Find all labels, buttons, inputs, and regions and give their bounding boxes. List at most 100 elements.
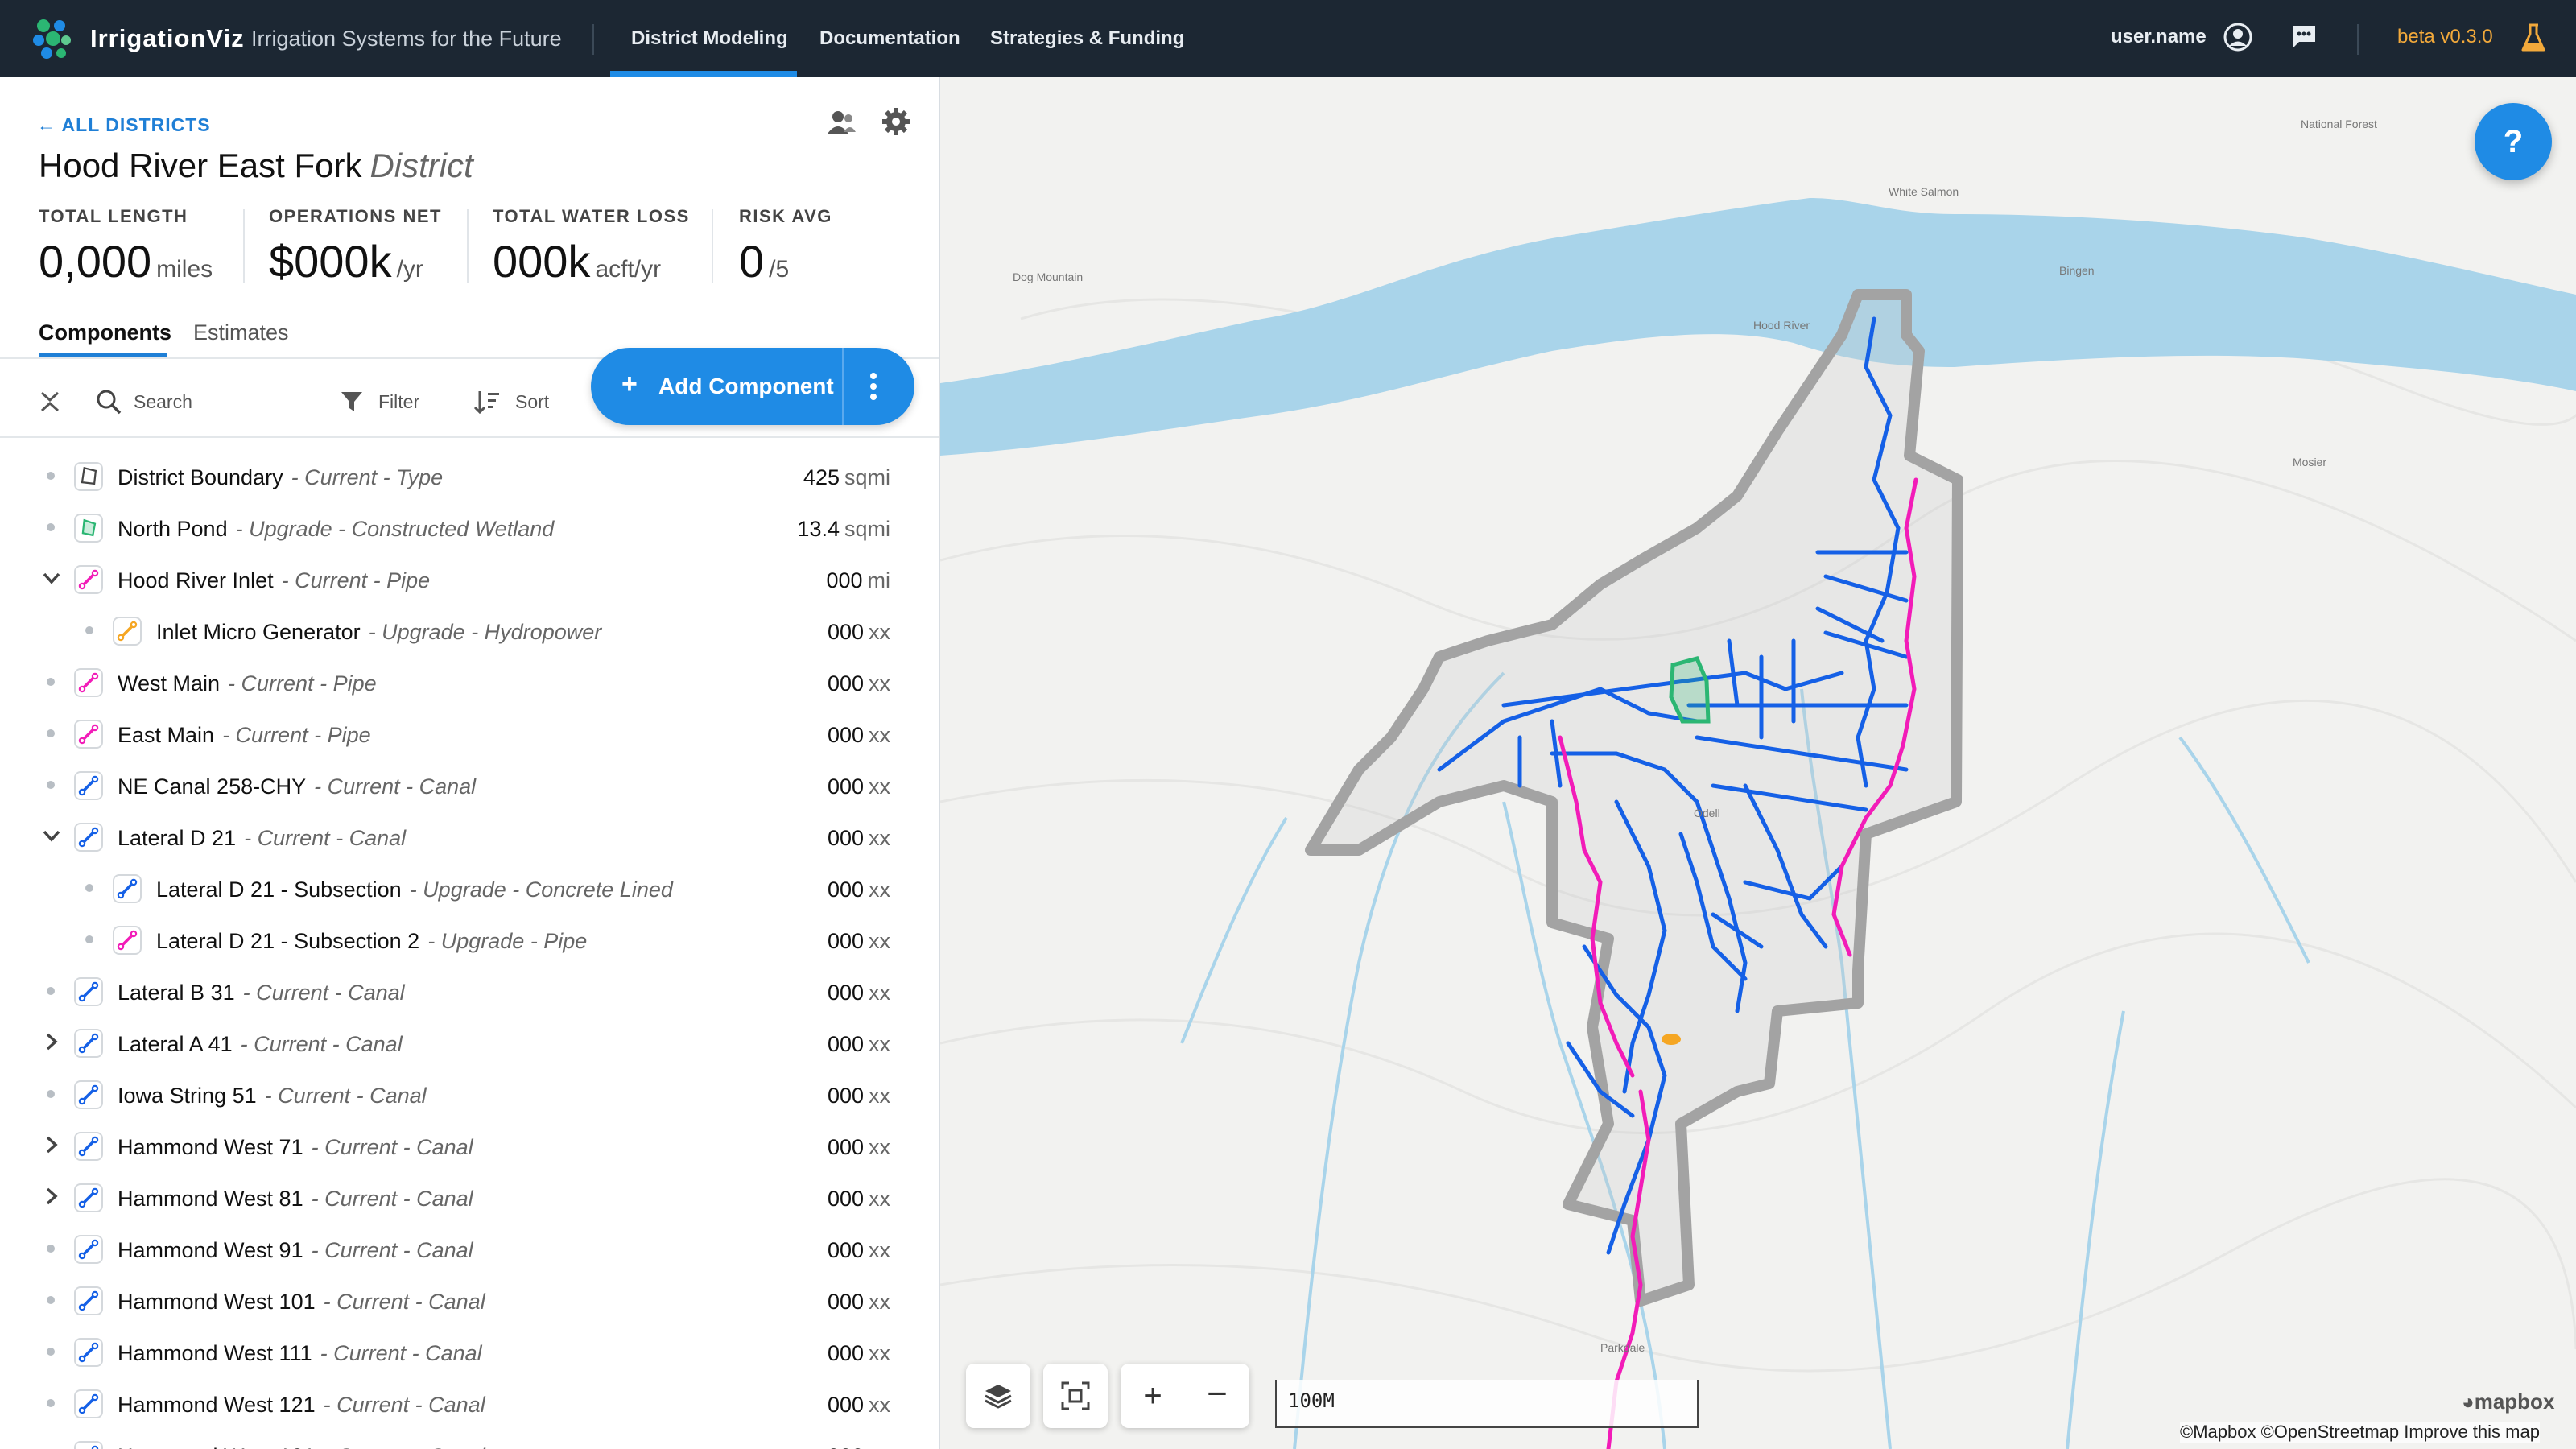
user-name[interactable]: user.name	[2111, 26, 2207, 48]
sort-button[interactable]: Sort	[515, 391, 549, 413]
list-item[interactable]: Hammond West 131 - Current - Canal 000 xx	[0, 1430, 939, 1449]
component-value: 425 sqmi	[803, 465, 890, 490]
list-item[interactable]: Hammond West 111 - Current - Canal 000 xx	[0, 1327, 939, 1378]
zoom-out-button[interactable]: −	[1185, 1364, 1249, 1428]
list-item[interactable]: Hammond West 121 - Current - Canal 000 xx	[0, 1378, 939, 1430]
component-amount: 000	[827, 1135, 864, 1159]
bullet-dot	[47, 1399, 55, 1407]
list-item[interactable]: Lateral D 21 - Current - Canal 000 xx	[0, 811, 939, 863]
map-label: Bingen	[2059, 264, 2095, 277]
list-item[interactable]: Lateral A 41 - Current - Canal 000 xx	[0, 1018, 939, 1069]
canal-icon	[74, 1441, 103, 1449]
settings-gear-icon[interactable]	[881, 106, 911, 137]
component-unit: sqmi	[844, 517, 890, 541]
bullet-dot	[47, 987, 55, 995]
stat-total-water-loss: TOTAL WATER LOSS 000k acft/yr	[493, 206, 690, 287]
component-unit: xx	[869, 1238, 890, 1262]
list-item[interactable]: North Pond - Upgrade - Constructed Wetlan…	[0, 502, 939, 554]
boundary-icon	[74, 462, 103, 491]
component-unit: xx	[869, 1032, 890, 1056]
fit-bounds-button[interactable]	[1043, 1364, 1108, 1428]
brand-name[interactable]: IrrigationViz	[90, 24, 245, 53]
list-item[interactable]: Lateral D 21 - Subsection - Upgrade - Con…	[0, 863, 939, 914]
component-title: West Main	[118, 671, 221, 696]
bullet-dot	[85, 626, 93, 634]
component-unit: xx	[869, 980, 890, 1005]
canal-icon	[74, 823, 103, 852]
more-vertical-icon[interactable]	[869, 372, 877, 401]
chat-icon[interactable]	[2289, 23, 2318, 52]
district-map[interactable]: White Salmon Hood River Bingen Odell Mos…	[940, 77, 2576, 1449]
component-name: Hammond West 101 - Current - Canal	[118, 1290, 485, 1315]
list-item[interactable]: Hammond West 101 - Current - Canal 000 xx	[0, 1275, 939, 1327]
list-item[interactable]: Iowa String 51 - Current - Canal 000 xx	[0, 1069, 939, 1121]
tab-components[interactable]: Components	[39, 320, 171, 345]
list-item[interactable]: District Boundary - Current - Type 425 sqmi	[0, 451, 939, 502]
chevron-right-icon[interactable]	[40, 1185, 63, 1208]
collapse-all-icon[interactable]	[39, 390, 61, 414]
component-name: Hammond West 91 - Current - Canal	[118, 1238, 473, 1263]
nav-strategies-funding[interactable]: Strategies & Funding	[990, 27, 1184, 50]
sort-icon[interactable]	[473, 390, 501, 415]
zoom-in-button[interactable]: +	[1121, 1364, 1185, 1428]
chevron-down-icon[interactable]	[40, 567, 63, 589]
filter-icon[interactable]	[340, 390, 364, 414]
component-unit: sqmi	[844, 465, 890, 489]
focus-frame-icon	[1061, 1381, 1090, 1410]
component-unit: xx	[869, 723, 890, 747]
mapbox-logo[interactable]: ◕mapbox	[2462, 1389, 2554, 1414]
search-icon[interactable]	[95, 388, 122, 415]
component-title: Iowa String 51	[118, 1084, 257, 1108]
tab-estimates[interactable]: Estimates	[193, 320, 289, 345]
component-amount: 000	[827, 1393, 864, 1417]
mapbox-logo-text: mapbox	[2474, 1389, 2555, 1414]
list-item[interactable]: East Main - Current - Pipe 000 xx	[0, 708, 939, 760]
chevron-right-icon[interactable]	[40, 1030, 63, 1053]
list-item[interactable]: NE Canal 258-CHY - Current - Canal 000 xx	[0, 760, 939, 811]
component-value: 000xx	[828, 929, 890, 954]
list-item[interactable]: Hood River Inlet - Current - Pipe 000 mi	[0, 554, 939, 605]
list-item[interactable]: West Main - Current - Pipe 000 xx	[0, 657, 939, 708]
component-amount: 000	[827, 826, 864, 850]
layers-button[interactable]	[966, 1364, 1030, 1428]
search-input[interactable]: Search	[134, 391, 192, 413]
nav-documentation[interactable]: Documentation	[819, 27, 960, 50]
district-type: District	[369, 147, 473, 184]
version-label: beta v0.3.0	[2397, 26, 2493, 47]
irrigationviz-logo-icon[interactable]	[29, 14, 74, 63]
filter-button[interactable]: Filter	[378, 391, 419, 413]
all-districts-link[interactable]: ← ALL DISTRICTS	[37, 114, 211, 136]
chevron-down-icon[interactable]	[40, 824, 63, 847]
chevron-right-icon[interactable]	[40, 1133, 63, 1156]
component-meta: - Current - Canal	[323, 1393, 485, 1417]
component-name: NE Canal 258-CHY - Current - Canal	[118, 774, 476, 799]
add-component-button[interactable]: + Add Component	[591, 348, 914, 425]
hydropower-icon	[113, 617, 142, 646]
map-attribution[interactable]: ©Mapbox ©OpenStreetmap Improve this map	[2180, 1422, 2540, 1443]
component-title: North Pond	[118, 517, 228, 541]
component-unit: xx	[869, 671, 890, 696]
list-item[interactable]: Lateral D 21 - Subsection 2 - Upgrade - P…	[0, 914, 939, 966]
list-item[interactable]: Hammond West 81 - Current - Canal 000 xx	[0, 1172, 939, 1224]
list-item[interactable]: Lateral B 31 - Current - Canal 000 xx	[0, 966, 939, 1018]
nav-district-modeling[interactable]: District Modeling	[631, 27, 788, 50]
component-name: District Boundary - Current - Type	[118, 465, 443, 490]
users-icon[interactable]	[826, 108, 857, 137]
canal-icon	[113, 874, 142, 903]
stat-divider	[243, 209, 245, 283]
inlet-micro-generator	[1662, 1034, 1681, 1045]
list-item[interactable]: Hammond West 91 - Current - Canal 000 xx	[0, 1224, 939, 1275]
list-item[interactable]: Hammond West 71 - Current - Canal 000 xx	[0, 1121, 939, 1172]
list-item[interactable]: Inlet Micro Generator - Upgrade - Hydropo…	[0, 605, 939, 657]
beaker-icon[interactable]	[2520, 23, 2547, 53]
bullet-dot	[47, 729, 55, 737]
component-name: Lateral A 41 - Current - Canal	[118, 1032, 402, 1057]
bullet-dot	[47, 523, 55, 531]
component-name: Hood River Inlet - Current - Pipe	[118, 568, 430, 593]
component-amount: 000	[827, 877, 864, 902]
user-avatar-icon[interactable]	[2223, 23, 2252, 52]
component-meta: - Current - Canal	[320, 1341, 482, 1365]
map-canvas[interactable]	[940, 77, 2576, 1449]
component-meta: - Current - Canal	[314, 774, 477, 799]
help-button[interactable]: ?	[2475, 103, 2552, 180]
